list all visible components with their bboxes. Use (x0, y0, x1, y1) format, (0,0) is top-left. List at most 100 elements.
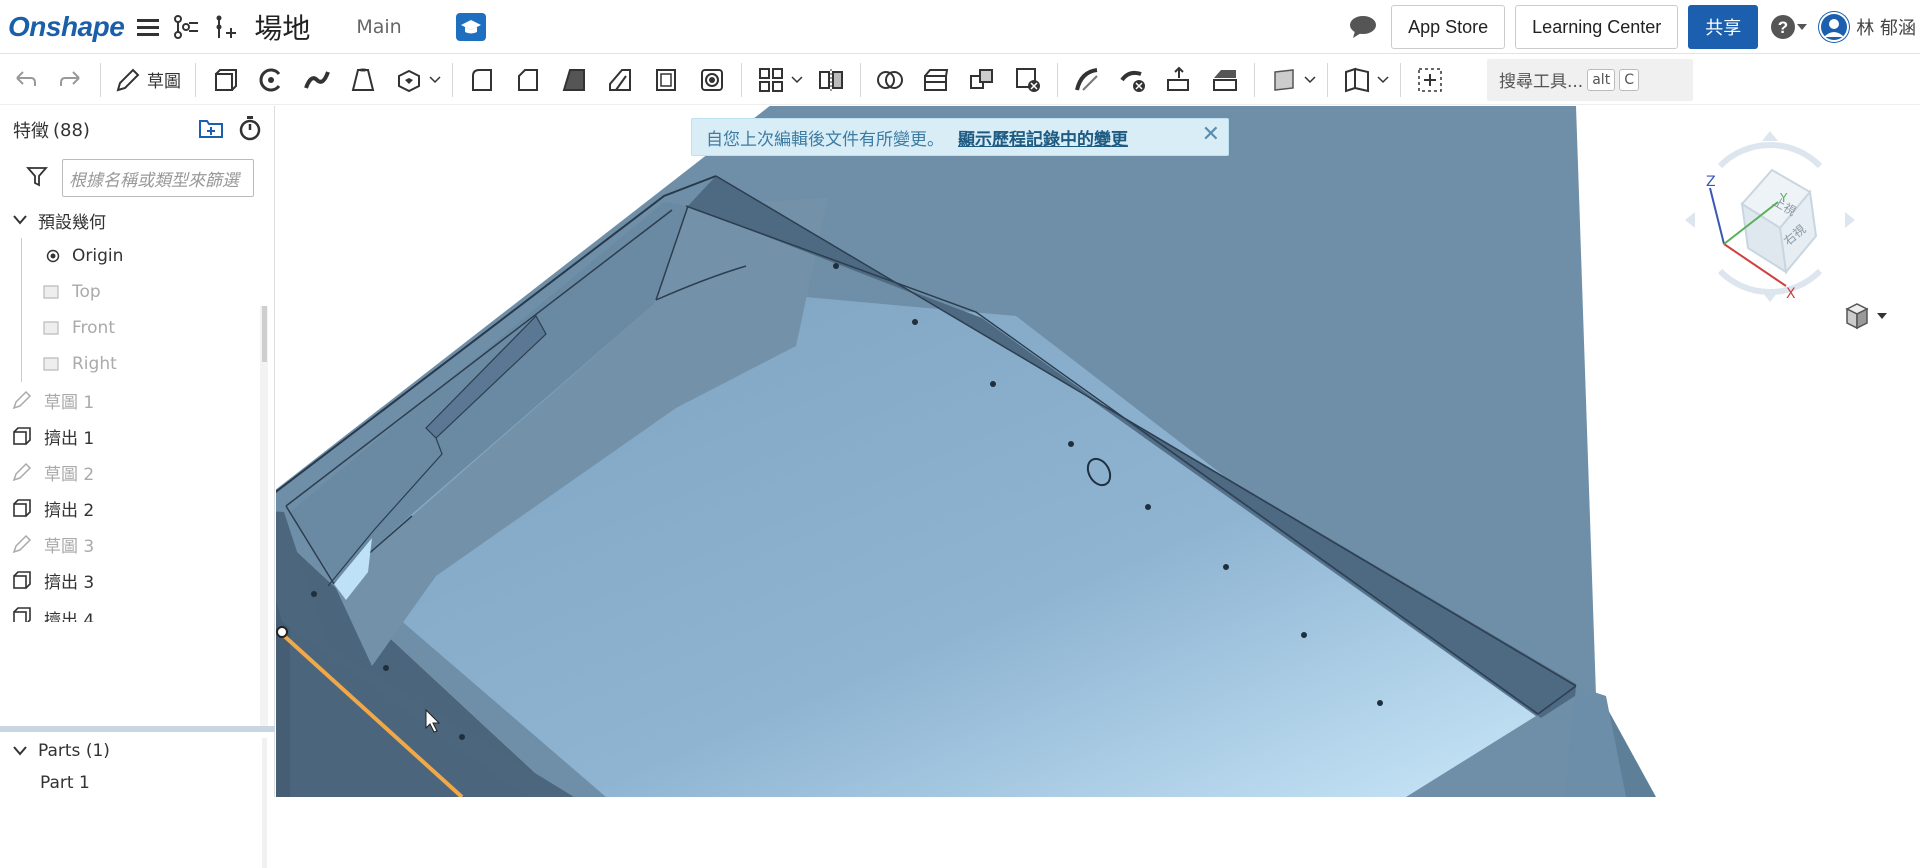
chevron-down-icon[interactable] (790, 75, 804, 84)
modify-fillet-tool[interactable] (1068, 61, 1106, 99)
extrude-icon (13, 499, 31, 517)
menu-icon[interactable] (134, 13, 162, 41)
feature-item-sketch-3[interactable]: 草圖 3 (0, 526, 274, 562)
sketch-icon (12, 462, 32, 482)
sketch-icon (12, 534, 32, 554)
default-geometry-group[interactable]: 預設幾何 (0, 202, 274, 238)
graphics-viewport[interactable]: 自您上次編輯後文件有所變更。 顯示歷程記錄中的變更 ✕ 上視 右視 Z X Y (276, 106, 1920, 797)
move-face-icon (1167, 66, 1189, 91)
draft-tool[interactable] (555, 61, 593, 99)
shell-icon (656, 68, 676, 91)
feature-list-scroll-thumb[interactable] (262, 306, 267, 362)
plane-tool[interactable] (1265, 61, 1303, 99)
panel-resize-handle[interactable] (0, 726, 275, 732)
chevron-down-icon[interactable] (1303, 75, 1317, 84)
delete-part-icon (1016, 67, 1040, 92)
feature-tree: 預設幾何 Origin Top Front Right 草圖 1 擠出 1 草圖… (0, 202, 274, 622)
transform-tool[interactable] (963, 61, 1001, 99)
feature-item-sketch-1[interactable]: 草圖 1 (0, 382, 274, 418)
rib-tool[interactable] (601, 61, 639, 99)
revolve-tool[interactable] (252, 61, 290, 99)
sweep-tool[interactable] (298, 61, 336, 99)
chevron-down-icon[interactable] (428, 75, 442, 84)
chevron-down-icon[interactable] (1376, 75, 1390, 84)
feature-item-extrude-4[interactable]: 擠出 4 (0, 598, 274, 622)
close-icon[interactable]: ✕ (1202, 122, 1220, 147)
mate-connector-tool[interactable] (1338, 61, 1376, 99)
learning-center-button[interactable]: Learning Center (1515, 5, 1679, 49)
cube-icon (1845, 303, 1869, 330)
feature-list-scrollbar[interactable] (260, 306, 268, 726)
sketch-icon (12, 390, 32, 410)
parts-scrollbar[interactable] (262, 738, 267, 868)
sweep-icon (304, 70, 330, 89)
delete-face-tool[interactable] (1114, 61, 1152, 99)
mirror-tool[interactable] (812, 61, 850, 99)
branch-name[interactable]: Main (356, 16, 401, 38)
add-custom-feature-button[interactable] (1411, 61, 1449, 99)
thicken-tool[interactable] (390, 61, 428, 99)
version-graph-icon[interactable] (172, 13, 200, 41)
part-item[interactable]: Part 1 (0, 768, 260, 798)
modify-fillet-icon (1075, 67, 1098, 91)
feature-item-sketch-2[interactable]: 草圖 2 (0, 454, 274, 490)
show-history-link[interactable]: 顯示歷程記錄中的變更 (958, 125, 1128, 150)
feature-filter-input[interactable]: 根據名稱或類型來篩選 (62, 159, 254, 197)
extrude-tool[interactable] (206, 61, 244, 99)
chamfer-tool[interactable] (509, 61, 547, 99)
feature-item-origin[interactable]: Origin (0, 238, 274, 274)
top-bar: Onshape 場地 Main App Store Learning Cente… (0, 0, 1920, 54)
move-face-tool[interactable] (1160, 61, 1198, 99)
view-options-button[interactable] (1844, 302, 1888, 330)
feature-list-panel: 特徵 (88) 根據名稱或類型來篩選 預設幾何 Origin Top Front… (0, 106, 275, 868)
feature-item-extrude-3[interactable]: 擠出 3 (0, 562, 274, 598)
education-icon[interactable] (455, 12, 486, 41)
pattern-tool[interactable] (752, 61, 790, 99)
feature-list-header: 特徵 (88) (0, 106, 274, 154)
rollback-timer-icon[interactable] (238, 115, 262, 146)
hole-icon (701, 68, 723, 91)
parts-group[interactable]: Parts (1) (0, 734, 260, 768)
user-menu[interactable]: 林 郁涵 (1818, 11, 1916, 43)
transform-icon (970, 68, 993, 89)
replace-face-tool[interactable] (1206, 61, 1244, 99)
undo-button[interactable] (6, 61, 44, 99)
plane-icon (43, 321, 59, 335)
app-store-button[interactable]: App Store (1391, 5, 1506, 49)
plane-icon (43, 285, 59, 299)
delete-face-icon (1120, 70, 1145, 92)
split-tool[interactable] (917, 61, 955, 99)
help-menu[interactable]: ? (1770, 14, 1808, 40)
pencil-icon (116, 68, 140, 91)
extrude-icon (13, 571, 31, 589)
branch-add-icon[interactable] (210, 13, 238, 41)
comments-icon[interactable] (1349, 13, 1377, 41)
hole-tool[interactable] (693, 61, 731, 99)
model-render[interactable] (276, 106, 1920, 797)
share-button[interactable]: 共享 (1688, 5, 1759, 49)
change-notification-banner: 自您上次編輯後文件有所變更。 顯示歷程記錄中的變更 ✕ (691, 118, 1229, 156)
boolean-tool[interactable] (871, 61, 909, 99)
redo-button[interactable] (52, 61, 90, 99)
onshape-logo[interactable]: Onshape (8, 11, 125, 43)
feature-item-extrude-1[interactable]: 擠出 1 (0, 418, 274, 454)
avatar (1818, 11, 1851, 43)
loft-tool[interactable] (344, 61, 382, 99)
tool-search[interactable]: 搜尋工具... alt C (1487, 58, 1693, 101)
split-icon (924, 68, 949, 91)
feature-item-front[interactable]: Front (0, 310, 274, 346)
shell-tool[interactable] (647, 61, 685, 99)
sketch-button[interactable]: 草圖 (115, 67, 181, 93)
feature-item-right[interactable]: Right (0, 346, 274, 382)
help-icon: ? (1771, 15, 1796, 39)
feature-item-top[interactable]: Top (0, 274, 274, 310)
fillet-tool[interactable] (463, 61, 501, 99)
feature-item-extrude-2[interactable]: 擠出 2 (0, 490, 274, 526)
plane-icon (43, 357, 59, 371)
filter-icon[interactable] (26, 165, 48, 191)
document-title[interactable]: 場地 (254, 7, 310, 47)
add-folder-icon[interactable] (198, 117, 224, 144)
view-cube[interactable]: 上視 右視 Z X Y (1680, 126, 1860, 306)
feature-count: (88) (53, 119, 90, 141)
delete-part-tool[interactable] (1009, 61, 1047, 99)
